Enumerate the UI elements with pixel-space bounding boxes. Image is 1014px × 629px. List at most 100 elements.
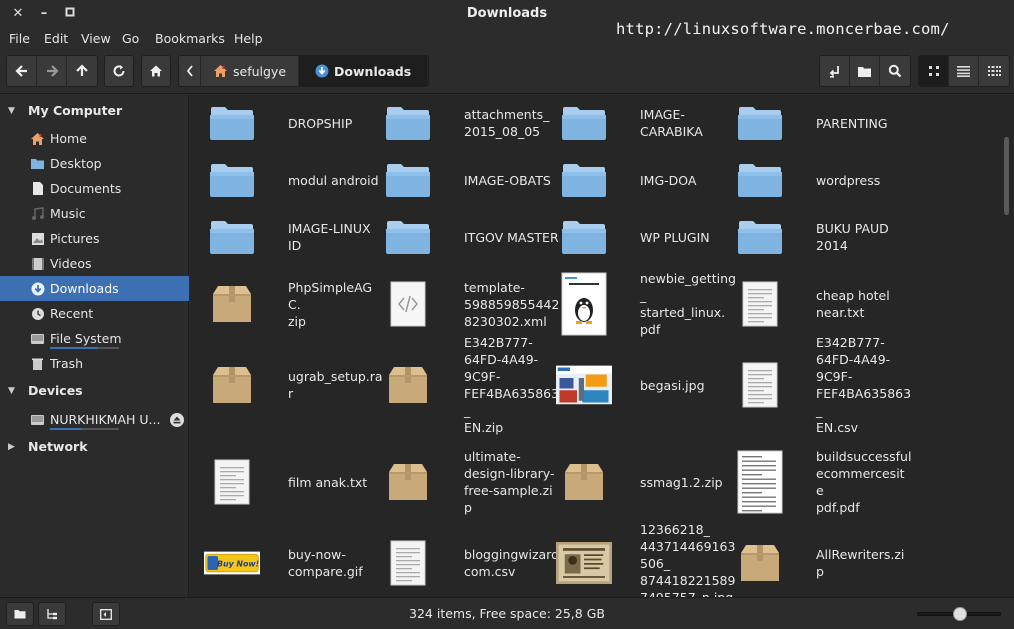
- sidebar-item-label: Desktop: [50, 156, 102, 171]
- compact-view-button[interactable]: [979, 56, 1009, 86]
- folder-icon: [380, 104, 436, 142]
- sidebar-section-my-computer[interactable]: ▼ My Computer: [0, 99, 189, 123]
- section-label: My Computer: [28, 103, 123, 118]
- menu-go[interactable]: Go: [122, 31, 139, 46]
- pdf-thumbnail-icon: [556, 272, 612, 336]
- file-name: film anak.txt: [288, 474, 368, 490]
- file-name: AllRewriters.zip: [816, 547, 905, 579]
- usb-drive-icon: [30, 412, 45, 427]
- sidebar-item-label: NURKHIKMAH U...: [50, 412, 161, 427]
- documents-icon: [30, 181, 45, 196]
- sidebar-item-label: Trash: [50, 356, 84, 371]
- file-name: buy-now- compare.gif: [288, 547, 363, 579]
- folder-icon: [858, 66, 871, 77]
- file-system-usage-bar: [50, 347, 99, 349]
- grid-view-icon: [928, 66, 939, 76]
- archive-icon: [380, 462, 436, 502]
- sidebar-item-videos[interactable]: Videos: [0, 251, 189, 276]
- sidebar: ▼ My Computer Home Desktop Documents Mus…: [0, 95, 189, 597]
- reload-button[interactable]: [104, 55, 134, 87]
- sidebar-item-label: Videos: [50, 256, 92, 271]
- folder-icon: [380, 161, 436, 199]
- up-button[interactable]: [67, 56, 97, 86]
- svg-text:Buy Now!: Buy Now!: [217, 560, 260, 569]
- sidebar-item-desktop[interactable]: Desktop: [0, 151, 189, 176]
- folder-icon: [556, 161, 612, 199]
- home-icon: [150, 65, 162, 77]
- breadcrumb-downloads[interactable]: Downloads: [299, 56, 429, 86]
- sidebar-section-devices[interactable]: ▼ Devices: [0, 379, 189, 403]
- sidebar-item-documents[interactable]: Documents: [0, 176, 189, 201]
- archive-icon: [732, 543, 788, 583]
- text-file-icon: [204, 459, 260, 505]
- window-title: Downloads: [466, 6, 548, 21]
- menu-file[interactable]: File: [9, 31, 30, 46]
- file-name: wordpress: [816, 172, 881, 188]
- arrow-left-icon: [14, 65, 27, 77]
- photo-thumbnail-icon: [556, 539, 612, 587]
- menu-bookmarks[interactable]: Bookmarks: [155, 31, 225, 46]
- image-thumbnail-icon: [556, 363, 612, 407]
- sidebar-item-label: Documents: [50, 181, 122, 196]
- sidebar-item-downloads[interactable]: Downloads: [0, 276, 189, 301]
- folder-icon: [732, 218, 788, 256]
- expander-closed-icon: ▶: [8, 442, 15, 452]
- forward-button[interactable]: [37, 56, 67, 86]
- breadcrumb-home-label: sefulgye: [233, 63, 287, 79]
- file-name: cheap hotel near.txt: [816, 288, 890, 320]
- home-button[interactable]: [141, 55, 171, 87]
- archive-icon: [204, 365, 260, 405]
- sidebar-item-pictures[interactable]: Pictures: [0, 226, 189, 251]
- file-name: IMAGE-OBATS: [464, 172, 551, 188]
- section-label: Devices: [28, 383, 83, 398]
- list-view-icon: [957, 66, 970, 77]
- sidebar-item-home[interactable]: Home: [0, 126, 189, 151]
- sidebar-section-network[interactable]: ▶ Network: [0, 435, 189, 459]
- file-name: template- 598859855442 8230302.xml: [464, 279, 560, 329]
- device-usage-bar: [50, 428, 82, 430]
- folder-icon: [556, 104, 612, 142]
- compact-view-icon: [987, 66, 1001, 76]
- sidebar-item-recent[interactable]: Recent: [0, 301, 189, 326]
- menu-edit[interactable]: Edit: [44, 31, 68, 46]
- file-name: PhpSimpleAGC. zip: [288, 279, 373, 329]
- breadcrumb-scroll-left-button[interactable]: [179, 56, 201, 86]
- sidebar-item-label: Downloads: [50, 281, 119, 296]
- pdf-thumbnail-icon: [732, 450, 788, 514]
- file-name: WP PLUGIN: [640, 229, 710, 245]
- file-name: IMAGE- CARABIKA: [640, 107, 703, 139]
- search-button[interactable]: [880, 56, 910, 86]
- vertical-scrollbar[interactable]: [1000, 95, 1014, 597]
- folder-icon: [204, 161, 260, 199]
- open-terminal-button[interactable]: [820, 56, 850, 86]
- home-folder-icon: [214, 65, 227, 77]
- pictures-icon: [30, 231, 45, 246]
- eject-icon: [173, 416, 181, 424]
- back-button[interactable]: [7, 56, 37, 86]
- drive-icon: [30, 331, 45, 346]
- archive-icon: [380, 365, 436, 405]
- sidebar-item-label: Pictures: [50, 231, 100, 246]
- file-name: DROPSHIP: [288, 115, 353, 131]
- eject-button[interactable]: [170, 413, 184, 427]
- gif-thumbnail-icon: Buy Now!: [204, 550, 260, 576]
- list-view-button[interactable]: [949, 56, 979, 86]
- new-folder-button[interactable]: [850, 56, 880, 86]
- watermark-url: http://linuxsoftware.moncerbae.com/: [616, 20, 950, 38]
- sidebar-item-trash[interactable]: Trash: [0, 351, 189, 376]
- chevron-left-icon: [186, 65, 193, 77]
- icon-view-button[interactable]: [919, 56, 949, 86]
- sidebar-item-music[interactable]: Music: [0, 201, 189, 226]
- menu-view[interactable]: View: [81, 31, 111, 46]
- menu-help[interactable]: Help: [234, 31, 263, 46]
- file-name: IMG-DOA: [640, 172, 697, 188]
- text-file-icon: [380, 540, 436, 586]
- scrollbar-thumb[interactable]: [1004, 137, 1009, 215]
- file-icon-view[interactable]: DROPSHIP attachments_ 2015_08_05 IMAGE- CA…: [190, 95, 1000, 597]
- sidebar-item-label: File System: [50, 331, 122, 346]
- zoom-slider[interactable]: [917, 607, 1001, 621]
- breadcrumb-home[interactable]: sefulgye: [201, 56, 300, 86]
- action-button-group: [819, 55, 911, 87]
- zoom-slider-handle[interactable]: [953, 607, 967, 621]
- breadcrumb-downloads-label: Downloads: [334, 63, 412, 79]
